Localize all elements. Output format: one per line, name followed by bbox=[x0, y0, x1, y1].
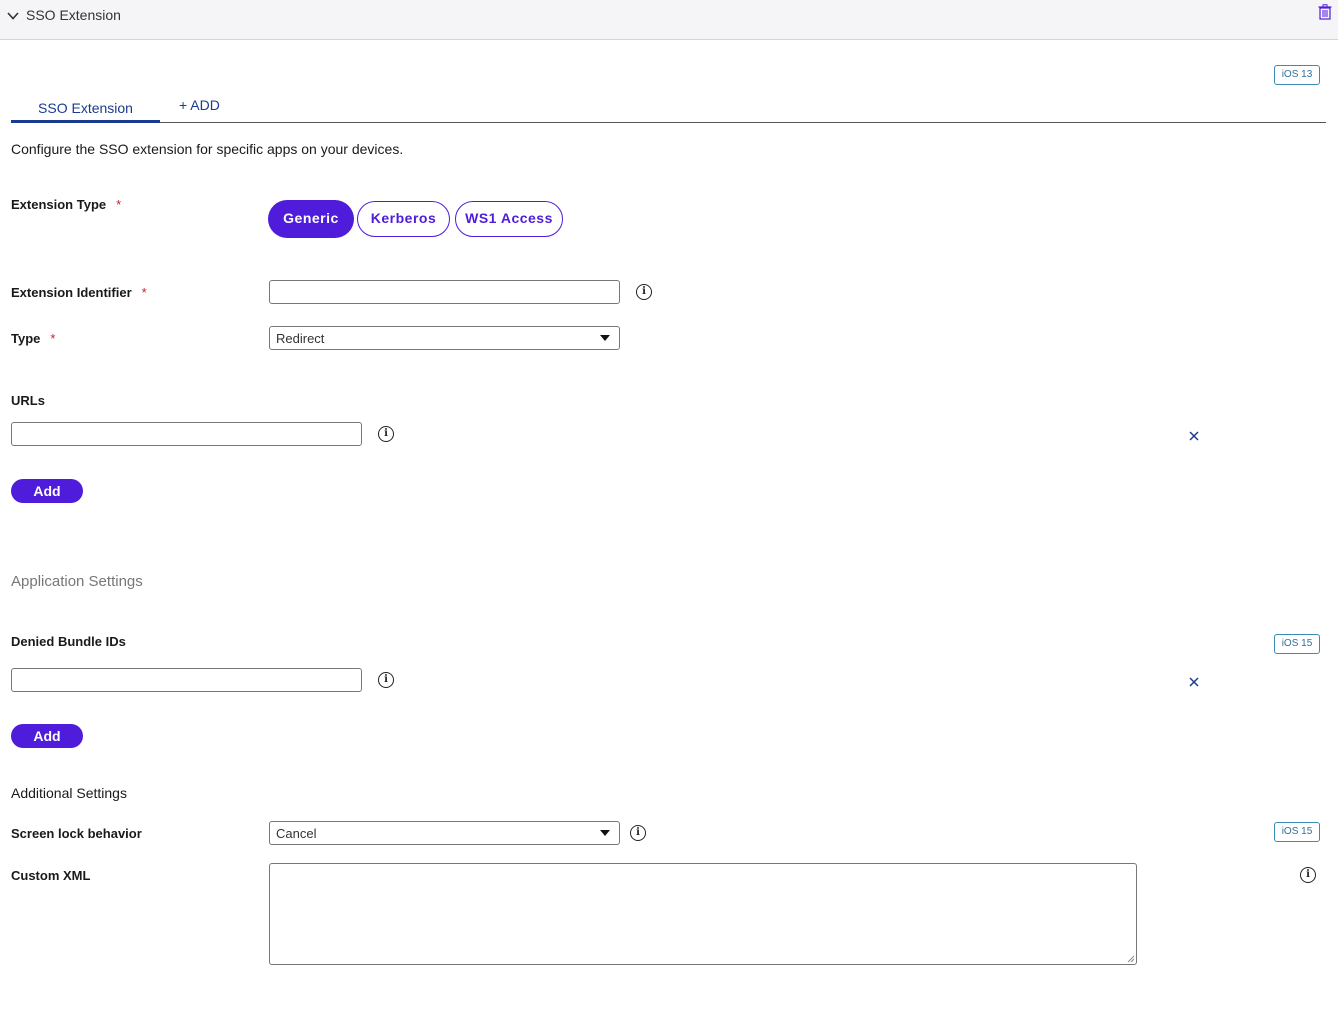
type-label: Type * bbox=[11, 331, 56, 346]
tab-sso-extension[interactable]: SSO Extension bbox=[11, 92, 160, 123]
extension-type-kerberos[interactable]: Kerberos bbox=[357, 201, 450, 237]
denied-bundle-id-input[interactable] bbox=[11, 668, 362, 692]
info-icon[interactable]: i bbox=[636, 284, 652, 300]
url-input[interactable] bbox=[11, 422, 362, 446]
info-icon[interactable]: i bbox=[378, 672, 394, 688]
extension-type-label: Extension Type * bbox=[11, 197, 122, 212]
ios-version-badge: iOS 13 bbox=[1274, 65, 1320, 85]
ios-version-badge: iOS 15 bbox=[1274, 634, 1320, 654]
additional-settings-heading: Additional Settings bbox=[11, 785, 127, 801]
close-icon[interactable] bbox=[1188, 430, 1200, 442]
custom-xml-label: Custom XML bbox=[11, 868, 91, 883]
required-mark: * bbox=[116, 197, 122, 212]
info-icon[interactable]: i bbox=[378, 426, 394, 442]
extension-type-generic[interactable]: Generic bbox=[269, 201, 353, 237]
required-mark: * bbox=[50, 331, 56, 346]
tab-bar: SSO Extension + ADD bbox=[11, 92, 1326, 123]
caret-down-icon bbox=[600, 335, 610, 341]
required-mark: * bbox=[141, 285, 147, 300]
trash-icon[interactable] bbox=[1318, 4, 1332, 20]
info-icon[interactable]: i bbox=[1300, 867, 1316, 883]
page-description: Configure the SSO extension for specific… bbox=[11, 141, 404, 157]
extension-identifier-input[interactable] bbox=[269, 280, 620, 304]
type-select[interactable]: Redirect bbox=[269, 326, 620, 350]
extension-identifier-label: Extension Identifier * bbox=[11, 285, 147, 300]
screen-lock-behavior-select[interactable]: Cancel bbox=[269, 821, 620, 845]
custom-xml-textarea[interactable] bbox=[269, 863, 1137, 965]
denied-bundle-ids-label: Denied Bundle IDs bbox=[11, 634, 126, 649]
ios-version-badge: iOS 15 bbox=[1274, 822, 1320, 842]
add-denied-bundle-id-button[interactable]: Add bbox=[11, 724, 83, 748]
close-icon[interactable] bbox=[1188, 676, 1200, 688]
resize-grip-icon[interactable] bbox=[1126, 954, 1135, 963]
application-settings-heading: Application Settings bbox=[11, 573, 143, 590]
info-icon[interactable]: i bbox=[630, 825, 646, 841]
urls-label: URLs bbox=[11, 393, 45, 408]
section-title: SSO Extension bbox=[26, 7, 121, 23]
screen-lock-behavior-label: Screen lock behavior bbox=[11, 826, 142, 841]
caret-down-icon bbox=[600, 830, 610, 836]
chevron-down-icon[interactable] bbox=[6, 9, 20, 23]
extension-type-ws1-access[interactable]: WS1 Access bbox=[455, 201, 563, 237]
section-header: SSO Extension bbox=[0, 0, 1338, 40]
add-tab-button[interactable]: + ADD bbox=[179, 97, 220, 113]
add-url-button[interactable]: Add bbox=[11, 479, 83, 503]
